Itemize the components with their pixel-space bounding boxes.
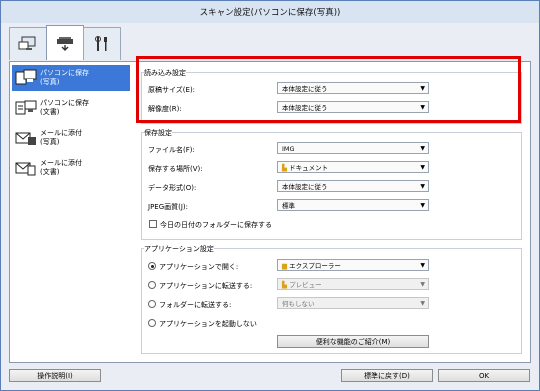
save-document-icon bbox=[12, 97, 40, 119]
list-item-email-photo[interactable]: メールに添付 (写真) bbox=[12, 125, 130, 151]
scan-type-list: パソコンに保存 (写真) パソコンに保存 (文書) メールに添付 (写真) メールに添… bbox=[9, 61, 133, 363]
title-bar: スキャン設定(パソコンに保存(写真)) bbox=[1, 1, 539, 23]
chevron-down-icon: ▼ bbox=[420, 281, 425, 288]
save-in-label: 保存する場所(V): bbox=[148, 165, 203, 173]
tab-scan-from-computer[interactable] bbox=[9, 27, 47, 60]
open-app-label: アプリケーションで開く: bbox=[159, 263, 239, 271]
list-item-label: メールに添付 bbox=[40, 159, 82, 167]
email-photo-icon bbox=[12, 127, 40, 149]
chevron-down-icon: ▼ bbox=[420, 145, 425, 152]
ok-button[interactable]: OK bbox=[438, 369, 530, 382]
save-in-value: ドキュメント bbox=[289, 164, 329, 172]
list-item-save-document[interactable]: パソコンに保存 (文書) bbox=[12, 95, 130, 121]
list-item-sublabel: (写真) bbox=[40, 138, 60, 146]
email-document-icon bbox=[12, 157, 40, 179]
list-item-label: パソコンに保存 bbox=[40, 99, 89, 107]
send-app-label: アプリケーションに転送する: bbox=[159, 282, 253, 290]
send-folder-dropdown[interactable]: 何もしない ▼ bbox=[277, 297, 429, 309]
no-app-label: アプリケーションを起動しない bbox=[159, 320, 257, 328]
subfolder-label: 今日の日付のフォルダーに保存する bbox=[160, 221, 272, 229]
list-item-save-photo[interactable]: パソコンに保存 (写真) bbox=[12, 65, 130, 91]
scan-settings-window: スキャン設定(パソコンに保存(写真)) パソコンに保存 (写真) パソコンに保存… bbox=[0, 0, 540, 391]
list-item-label: パソコンに保存 bbox=[40, 69, 89, 77]
jpeg-quality-dropdown[interactable]: 標準 ▼ bbox=[277, 199, 429, 211]
instructions-button[interactable]: 操作説明(I) bbox=[9, 369, 101, 382]
filename-input[interactable]: IMG ▼ bbox=[277, 142, 429, 154]
chevron-down-icon: ▼ bbox=[420, 164, 425, 171]
open-app-radio[interactable] bbox=[148, 262, 156, 270]
send-folder-label: フォルダーに転送する: bbox=[159, 301, 232, 309]
list-item-label: メールに添付 bbox=[40, 129, 82, 137]
highlight-frame bbox=[136, 56, 521, 123]
list-item-sublabel: (文書) bbox=[40, 168, 60, 176]
no-app-radio[interactable] bbox=[148, 319, 156, 327]
open-app-dropdown[interactable]: ▆ エクスプローラー ▼ bbox=[277, 259, 429, 271]
chevron-down-icon: ▼ bbox=[420, 300, 425, 307]
tab-scan-from-panel[interactable] bbox=[46, 25, 84, 60]
send-app-dropdown[interactable]: ▙ プレビュー ▼ bbox=[277, 278, 429, 290]
save-settings-title: 保存設定 bbox=[144, 128, 172, 138]
format-label: データ形式(O): bbox=[148, 184, 197, 192]
more-functions-button[interactable]: 便利な機能のご紹介(M) bbox=[277, 335, 429, 348]
tools-icon bbox=[95, 36, 107, 51]
defaults-button[interactable]: 標準に戻す(D) bbox=[341, 369, 433, 382]
jpeg-quality-value: 標準 bbox=[282, 202, 295, 210]
tab-general-settings[interactable] bbox=[83, 27, 121, 60]
list-item-sublabel: (文書) bbox=[40, 108, 60, 116]
send-folder-radio[interactable] bbox=[148, 300, 156, 308]
window-title: スキャン設定(パソコンに保存(写真)) bbox=[199, 8, 341, 18]
send-app-radio[interactable] bbox=[148, 281, 156, 289]
scanner-icon bbox=[57, 37, 73, 51]
app-settings-title: アプリケーション設定 bbox=[144, 244, 214, 254]
open-app-value: エクスプローラー bbox=[289, 262, 341, 270]
save-in-dropdown[interactable]: ▙ ドキュメント ▼ bbox=[277, 161, 429, 173]
chevron-down-icon: ▼ bbox=[420, 262, 425, 269]
send-folder-value: 何もしない bbox=[282, 300, 315, 308]
format-value: 本体設定に従う bbox=[282, 183, 328, 191]
scan-computer-icon bbox=[18, 36, 36, 50]
send-app-value: プレビュー bbox=[289, 281, 322, 289]
filename-label: ファイル名(F): bbox=[148, 146, 195, 154]
filename-value: IMG bbox=[282, 145, 295, 153]
chevron-down-icon: ▼ bbox=[420, 202, 425, 209]
chevron-down-icon: ▼ bbox=[420, 183, 425, 190]
list-item-email-document[interactable]: メールに添付 (文書) bbox=[12, 155, 130, 181]
save-photo-icon bbox=[12, 67, 40, 89]
list-item-sublabel: (写真) bbox=[40, 78, 60, 86]
subfolder-checkbox[interactable] bbox=[149, 220, 157, 228]
format-dropdown[interactable]: 本体設定に従う ▼ bbox=[277, 180, 429, 192]
jpeg-quality-label: JPEG画質(J): bbox=[148, 203, 189, 211]
